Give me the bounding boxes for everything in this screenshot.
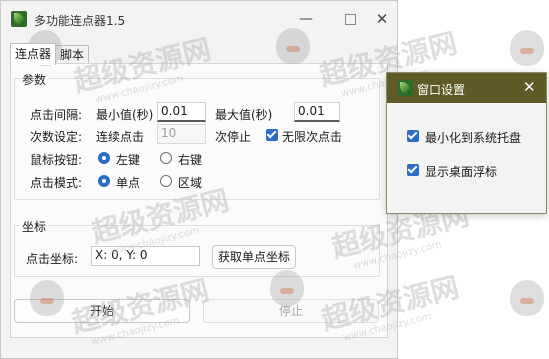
left-button-radio[interactable] bbox=[98, 152, 110, 164]
count-label: 次数设定: bbox=[30, 130, 83, 144]
min-value-label: 最小值(秒) bbox=[96, 108, 154, 122]
stop-button[interactable]: 停止 bbox=[203, 299, 379, 323]
infinite-click-label: 无限次点击 bbox=[282, 130, 343, 144]
single-point-label: 单点 bbox=[116, 176, 141, 190]
coords-value-field: X: 0, Y: 0 bbox=[91, 246, 200, 266]
maximize-button[interactable] bbox=[335, 7, 365, 31]
app-leaf-icon bbox=[11, 11, 27, 27]
params-group-title: 参数 bbox=[20, 71, 49, 88]
mouse-button-label: 鼠标按钮: bbox=[30, 153, 83, 167]
infinite-click-checkbox[interactable] bbox=[266, 129, 278, 141]
max-interval-input[interactable]: 0.01 bbox=[294, 102, 340, 122]
app-leaf-icon bbox=[397, 80, 413, 96]
tab-script[interactable]: 脚本 bbox=[55, 45, 90, 64]
times-stop-label: 次停止 bbox=[215, 130, 252, 144]
tab-clicker[interactable]: 连点器 bbox=[10, 43, 57, 65]
title-bar[interactable]: 多功能连点器1.5 — ✕ bbox=[1, 1, 397, 37]
right-button-radio[interactable] bbox=[160, 152, 172, 164]
click-coords-label: 点击坐标: bbox=[26, 252, 79, 266]
minimize-button[interactable]: — bbox=[291, 7, 321, 31]
coords-group-title: 坐标 bbox=[20, 218, 49, 235]
qq-penguin-icon bbox=[510, 30, 544, 66]
settings-title: 窗口设置 bbox=[417, 83, 466, 97]
window-title: 多功能连点器1.5 bbox=[34, 14, 126, 28]
maximize-icon bbox=[344, 13, 356, 25]
desktop-float-checkbox[interactable] bbox=[407, 164, 419, 176]
get-coords-button[interactable]: 获取单点坐标 bbox=[212, 245, 296, 269]
minimize-to-tray-checkbox[interactable] bbox=[407, 130, 419, 142]
minimize-to-tray-label: 最小化到系统托盘 bbox=[425, 131, 522, 145]
qq-penguin-icon bbox=[510, 280, 544, 316]
settings-window: 窗口设置 ✕ 最小化到系统托盘 显示桌面浮标 bbox=[386, 72, 547, 214]
settings-title-bar[interactable]: 窗口设置 ✕ bbox=[387, 73, 546, 103]
continuous-click-label: 连续点击 bbox=[96, 130, 145, 144]
max-value-label: 最大值(秒) bbox=[215, 108, 273, 122]
area-label: 区域 bbox=[178, 176, 203, 190]
close-button[interactable]: ✕ bbox=[367, 7, 397, 31]
single-point-radio[interactable] bbox=[98, 175, 110, 187]
click-mode-label: 点击模式: bbox=[30, 176, 83, 190]
desktop-float-label: 显示桌面浮标 bbox=[425, 165, 498, 179]
interval-label: 点击间隔: bbox=[30, 108, 83, 122]
click-count-input[interactable]: 10 bbox=[157, 124, 206, 144]
start-button[interactable]: 开始 bbox=[14, 299, 190, 323]
area-radio[interactable] bbox=[160, 175, 172, 187]
settings-close-button[interactable]: ✕ bbox=[523, 78, 536, 96]
left-button-label: 左键 bbox=[116, 153, 141, 167]
min-interval-input[interactable]: 0.01 bbox=[157, 102, 206, 122]
right-button-label: 右键 bbox=[178, 153, 203, 167]
